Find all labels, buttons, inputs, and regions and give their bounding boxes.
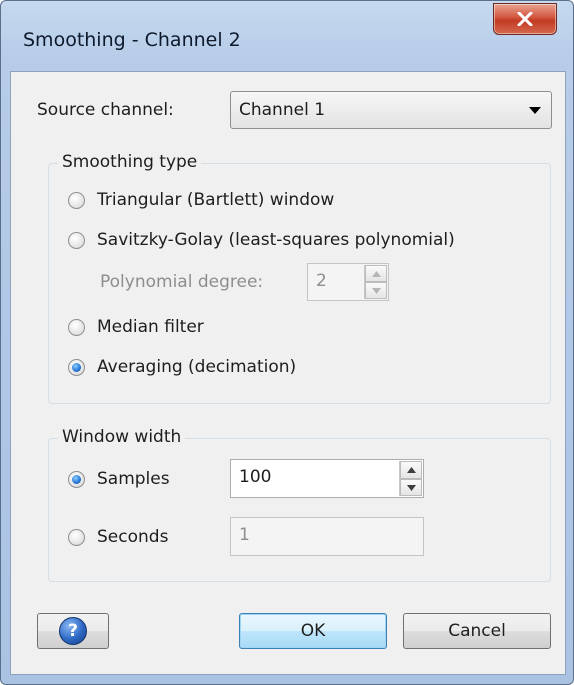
polynomial-degree-spin-buttons	[364, 265, 387, 299]
radio-seconds[interactable]	[68, 529, 85, 546]
polynomial-degree-decrement[interactable]	[365, 282, 387, 299]
radio-savitzky-golay[interactable]	[68, 232, 85, 249]
polynomial-degree-value: 2	[316, 271, 327, 291]
dialog-body: Source channel: Channel 1 Smoothing type…	[10, 71, 566, 675]
radio-samples[interactable]	[68, 471, 85, 488]
help-question-icon: ?	[59, 617, 87, 645]
title-bar[interactable]: Smoothing - Channel 2	[1, 1, 573, 73]
arrow-up-icon	[407, 467, 416, 473]
close-button[interactable]	[493, 3, 557, 35]
seconds-value: 1	[239, 525, 250, 545]
source-channel-dropdown[interactable]: Channel 1	[230, 91, 552, 129]
dialog-title: Smoothing - Channel 2	[23, 29, 241, 51]
samples-value: 100	[239, 467, 272, 487]
radio-averaging-label[interactable]: Averaging (decimation)	[97, 357, 296, 377]
samples-spinner[interactable]: 100	[230, 459, 424, 498]
radio-samples-label[interactable]: Samples	[97, 469, 170, 489]
samples-decrement[interactable]	[400, 478, 422, 496]
chevron-down-icon	[529, 107, 541, 114]
smoothing-type-title: Smoothing type	[58, 152, 202, 172]
cancel-button[interactable]: Cancel	[403, 613, 551, 649]
arrow-down-icon	[372, 288, 381, 294]
radio-averaging[interactable]	[68, 359, 85, 376]
arrow-down-icon	[407, 484, 416, 491]
polynomial-degree-increment[interactable]	[365, 265, 387, 282]
window-width-title: Window width	[58, 427, 186, 447]
dialog-window: Smoothing - Channel 2 Source channel: Ch…	[0, 0, 574, 685]
source-channel-value: Channel 1	[239, 100, 326, 120]
radio-median-filter-label[interactable]: Median filter	[97, 317, 204, 337]
seconds-input[interactable]: 1	[230, 517, 424, 556]
close-x-icon	[517, 12, 533, 26]
help-button[interactable]: ?	[37, 613, 109, 649]
radio-savitzky-golay-label[interactable]: Savitzky-Golay (least-squares polynomial…	[97, 230, 455, 250]
radio-median-filter[interactable]	[68, 319, 85, 336]
source-channel-label: Source channel:	[37, 100, 174, 120]
radio-seconds-label[interactable]: Seconds	[97, 527, 168, 547]
samples-increment[interactable]	[400, 461, 422, 479]
polynomial-degree-label: Polynomial degree:	[100, 272, 264, 292]
ok-button[interactable]: OK	[239, 613, 387, 649]
samples-spin-buttons	[399, 461, 422, 496]
arrow-up-icon	[372, 271, 381, 277]
radio-triangular-label[interactable]: Triangular (Bartlett) window	[97, 190, 334, 210]
polynomial-degree-spinner[interactable]: 2	[307, 263, 389, 301]
radio-triangular[interactable]	[68, 192, 85, 209]
